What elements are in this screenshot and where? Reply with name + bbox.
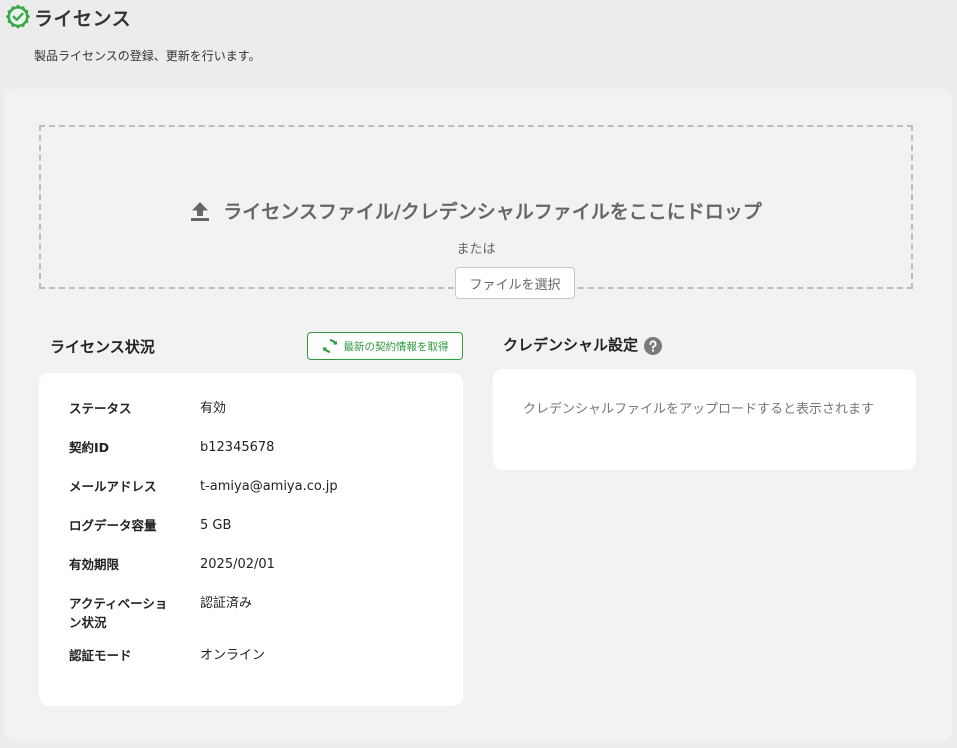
help-icon[interactable] bbox=[644, 336, 663, 355]
log-capacity-label: ログデータ容量 bbox=[69, 518, 157, 533]
expiry-value: 2025/02/01 bbox=[200, 557, 275, 572]
credential-placeholder-text: クレデンシャルファイルをアップロードすると表示されます bbox=[523, 402, 875, 417]
page-description: 製品ライセンスの登録、更新を行います。 bbox=[34, 49, 261, 63]
log-capacity-value: 5 GB bbox=[200, 518, 232, 533]
drop-zone-title: ライセンスファイル/クレデンシャルファイルをここにドロップ bbox=[41, 197, 911, 224]
auth-mode-row: 認証モード オンライン bbox=[69, 646, 265, 665]
activation-row: アクティベーション状況 認証済み bbox=[69, 594, 252, 632]
status-row: ステータス 有効 bbox=[69, 399, 226, 418]
auth-mode-value: オンライン bbox=[200, 648, 266, 663]
status-label: ステータス bbox=[69, 401, 132, 416]
credential-heading: クレデンシャル設定 bbox=[503, 334, 663, 355]
drop-zone-title-text: ライセンスファイル/クレデンシャルファイルをここにドロップ bbox=[223, 201, 762, 223]
activation-value: 認証済み bbox=[200, 596, 253, 611]
expiry-row: 有効期限 2025/02/01 bbox=[69, 555, 275, 574]
file-drop-zone[interactable]: ライセンスファイル/クレデンシャルファイルをここにドロップ または ファイルを選… bbox=[39, 125, 913, 299]
refresh-icon bbox=[322, 339, 337, 353]
page-header: ライセンス bbox=[4, 2, 131, 32]
page-title: ライセンス bbox=[34, 7, 132, 30]
email-value: t-amiya@amiya.co.jp bbox=[200, 479, 338, 494]
main-panel: ライセンスファイル/クレデンシャルファイルをここにドロップ または ファイルを選… bbox=[4, 89, 952, 741]
email-row: メールアドレス t-amiya@amiya.co.jp bbox=[69, 477, 338, 496]
credential-card: クレデンシャルファイルをアップロードすると表示されます bbox=[493, 369, 916, 470]
license-status-heading: ライセンス状況 bbox=[50, 338, 155, 356]
log-capacity-row: ログデータ容量 5 GB bbox=[69, 516, 231, 535]
verified-badge-icon bbox=[5, 4, 31, 29]
select-file-button[interactable]: ファイルを選択 bbox=[455, 267, 575, 299]
or-text: または bbox=[456, 242, 496, 257]
status-value: 有効 bbox=[200, 401, 227, 416]
contract-id-value: b12345678 bbox=[200, 440, 275, 455]
refresh-button-label: 最新の契約情報を取得 bbox=[343, 340, 449, 353]
email-label: メールアドレス bbox=[69, 479, 157, 494]
credential-heading-text: クレデンシャル設定 bbox=[503, 336, 639, 354]
upload-icon bbox=[191, 201, 210, 221]
activation-label: アクティベーション状況 bbox=[69, 596, 168, 630]
expiry-label: 有効期限 bbox=[69, 557, 120, 572]
refresh-contract-button[interactable]: 最新の契約情報を取得 bbox=[307, 332, 463, 360]
contract-id-label: 契約ID bbox=[69, 440, 110, 455]
license-status-card: ステータス 有効 契約ID b12345678 メールアドレス t-amiya@… bbox=[39, 373, 463, 706]
auth-mode-label: 認証モード bbox=[69, 648, 132, 663]
contract-id-row: 契約ID b12345678 bbox=[69, 438, 274, 457]
license-page: ライセンス 製品ライセンスの登録、更新を行います。 ライセンスファイル/クレデン… bbox=[0, 0, 957, 748]
